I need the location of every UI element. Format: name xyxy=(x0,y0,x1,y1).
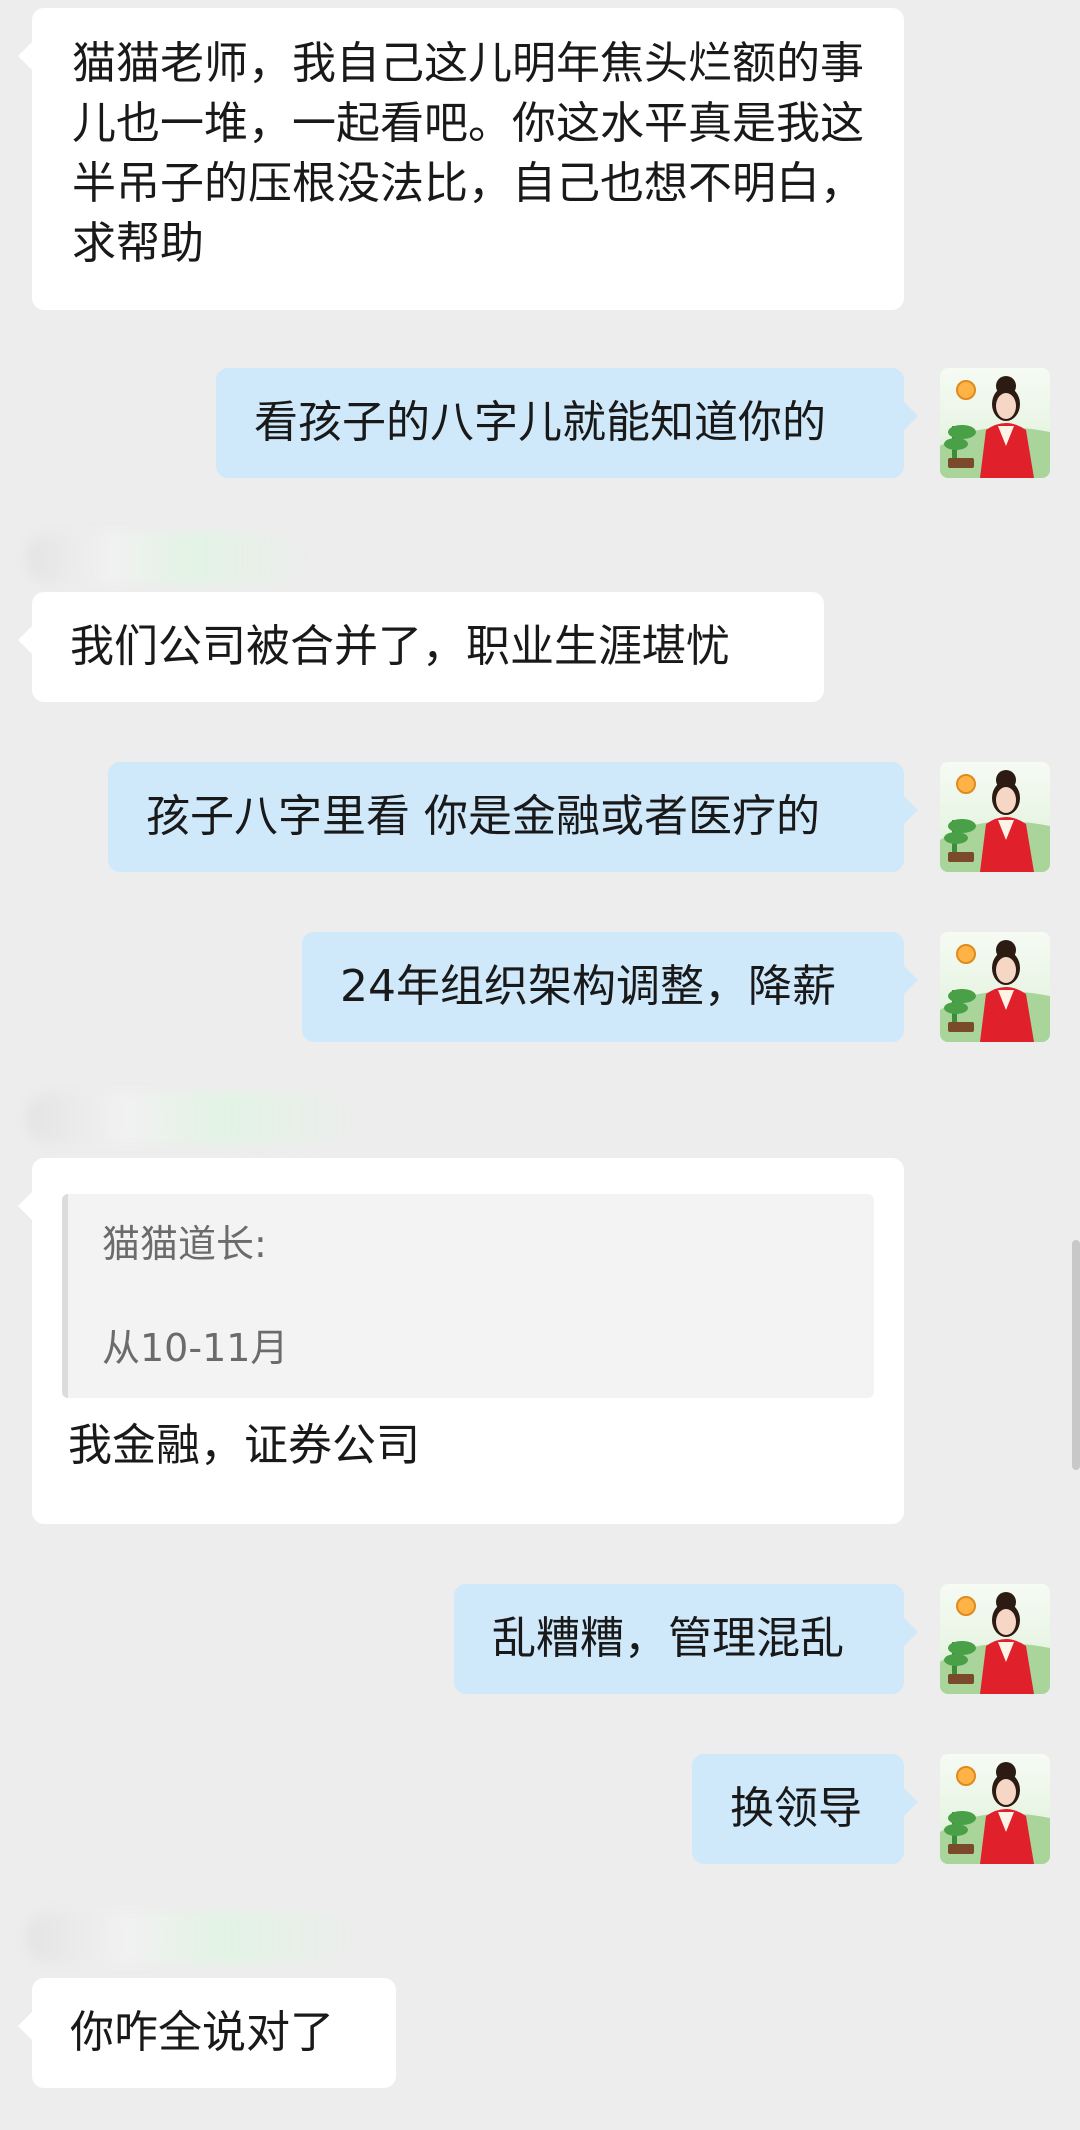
message-bubble-outgoing[interactable]: 换领导 xyxy=(692,1754,918,1864)
message-bubble-incoming[interactable]: 猫猫道长: 从10-11月 我金融，证券公司 xyxy=(18,1158,904,1524)
message-bubble-outgoing[interactable]: 24年组织架构调整，降薪 xyxy=(302,932,918,1042)
message-bubble-outgoing[interactable]: 乱糟糟，管理混乱 xyxy=(454,1584,918,1694)
quoted-message[interactable]: 猫猫道长: 从10-11月 xyxy=(62,1194,874,1398)
message-text: 换领导 xyxy=(730,1783,862,1834)
message-text: 24年组织架构调整，降薪 xyxy=(340,961,836,1012)
quote-text: 从10-11月 xyxy=(102,1326,289,1370)
message-text: 孩子八字里看 你是金融或者医疗的 xyxy=(146,791,820,842)
message-bubble-outgoing[interactable]: 看孩子的八字儿就能知道你的 xyxy=(216,368,918,478)
sender-name-blurred xyxy=(26,532,306,584)
chat-area: 猫猫老师，我自己这儿明年焦头烂额的事儿也一堆，一起看吧。你这水平真是我这半吊子的… xyxy=(0,0,1080,2130)
sender-name-blurred xyxy=(26,1092,356,1144)
message-text: 我金融，证券公司 xyxy=(68,1420,420,1471)
message-bubble-outgoing[interactable]: 孩子八字里看 你是金融或者医疗的 xyxy=(108,762,918,872)
message-text: 乱糟糟，管理混乱 xyxy=(492,1613,844,1664)
message-bubble-incoming[interactable]: 你咋全说对了 xyxy=(18,1978,396,2088)
message-bubble-incoming[interactable]: 猫猫老师，我自己这儿明年焦头烂额的事儿也一堆，一起看吧。你这水平真是我这半吊子的… xyxy=(18,8,904,310)
avatar-icon[interactable] xyxy=(940,368,1050,478)
message-text: 我们公司被合并了，职业生涯堪忧 xyxy=(70,621,730,672)
avatar-icon[interactable] xyxy=(940,762,1050,872)
sender-name-blurred xyxy=(26,1912,356,1964)
avatar-icon[interactable] xyxy=(940,1584,1050,1694)
message-text: 看孩子的八字儿就能知道你的 xyxy=(254,397,826,448)
message-bubble-incoming[interactable]: 我们公司被合并了，职业生涯堪忧 xyxy=(18,592,824,702)
message-text: 猫猫老师，我自己这儿明年焦头烂额的事儿也一堆，一起看吧。你这水平真是我这半吊子的… xyxy=(72,38,864,269)
scrollbar-thumb[interactable] xyxy=(1072,1240,1080,1470)
avatar-icon[interactable] xyxy=(940,1754,1050,1864)
quote-author: 猫猫道长: xyxy=(102,1222,267,1266)
message-text: 你咋全说对了 xyxy=(70,2007,334,2058)
avatar-icon[interactable] xyxy=(940,932,1050,1042)
